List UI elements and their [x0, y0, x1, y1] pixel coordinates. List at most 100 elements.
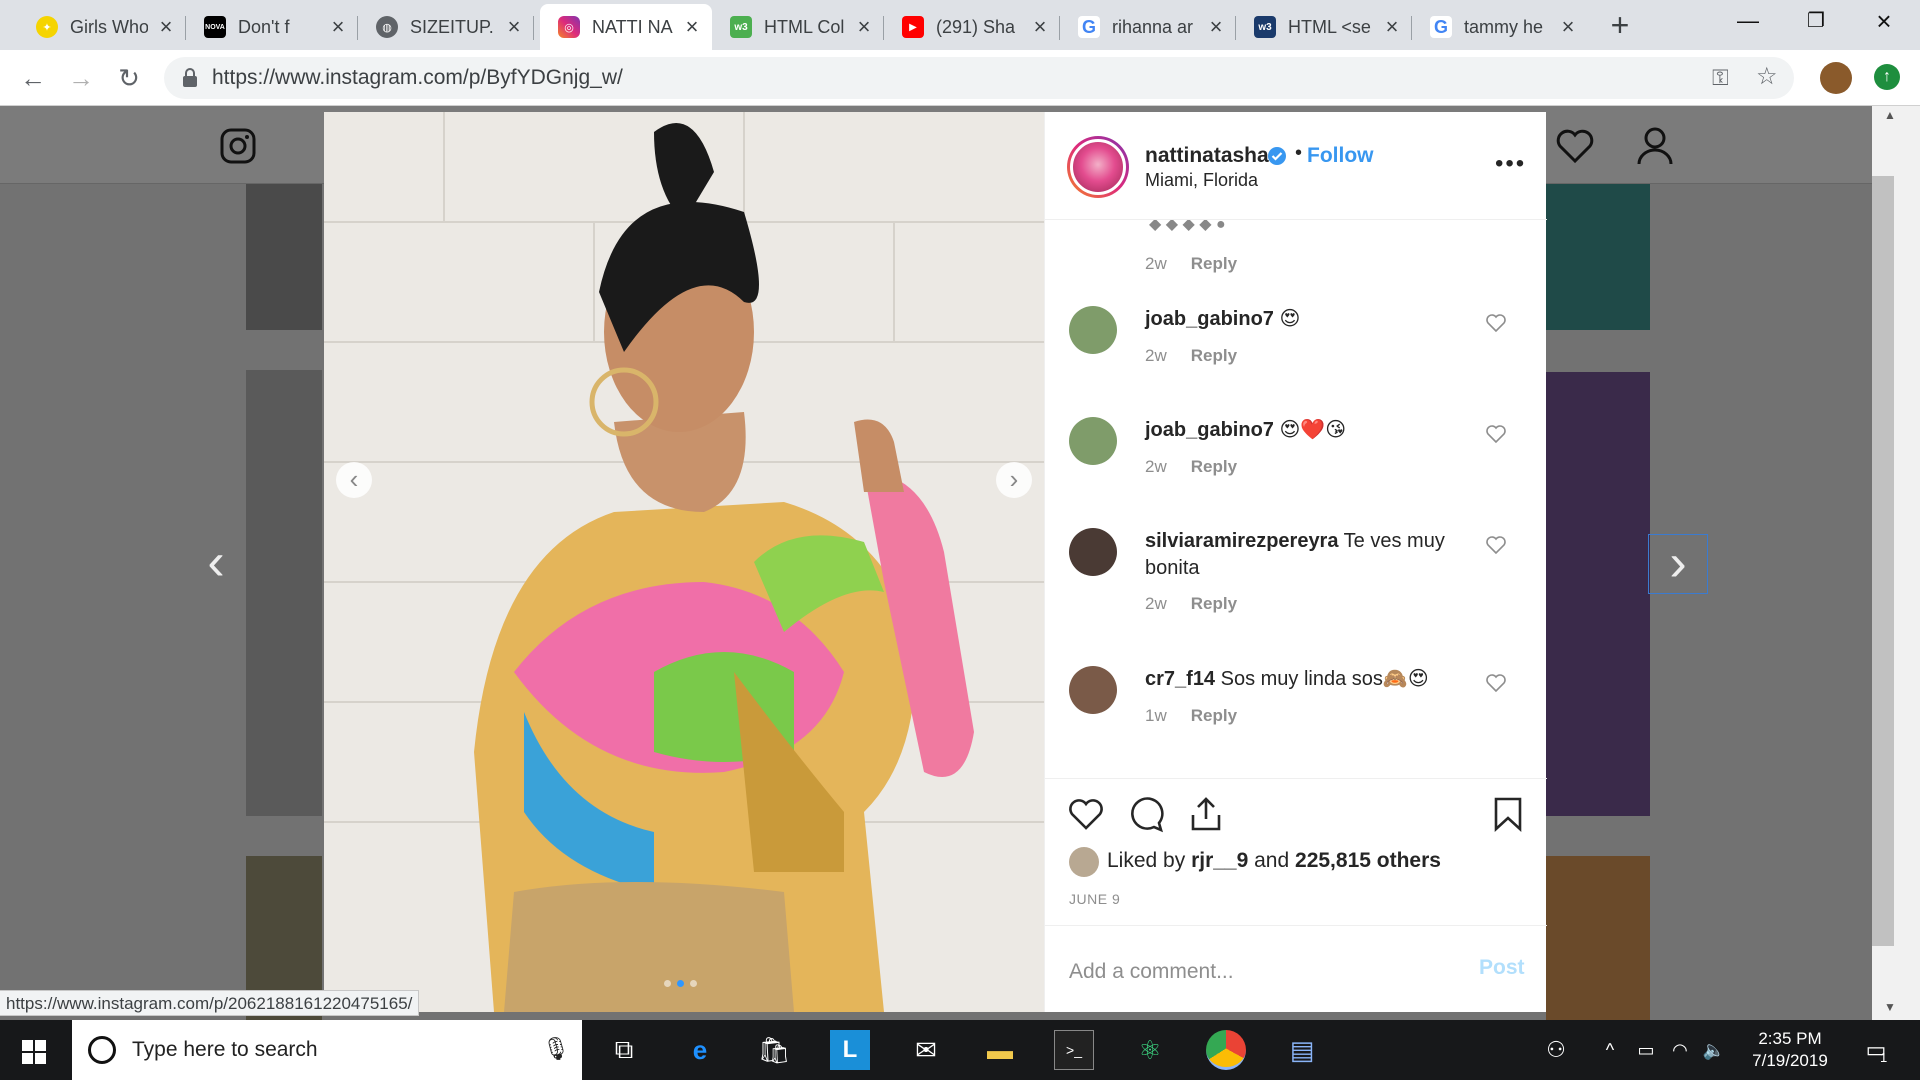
- carousel-next-button[interactable]: ›: [996, 462, 1032, 498]
- url-text[interactable]: https://www.instagram.com/p/ByfYDGnjg_w/: [212, 66, 623, 90]
- browser-tab[interactable]: ✦ Girls Who ×: [18, 4, 186, 50]
- grid-thumbnail[interactable]: [246, 184, 322, 330]
- reply-button[interactable]: Reply: [1191, 706, 1237, 725]
- comment-like-icon[interactable]: [1485, 312, 1507, 334]
- author-avatar[interactable]: [1067, 136, 1129, 198]
- profile-avatar[interactable]: [1820, 62, 1852, 94]
- browser-tab[interactable]: w3 HTML Col ×: [712, 4, 884, 50]
- l-app-icon[interactable]: L: [830, 1030, 870, 1070]
- comment-like-icon[interactable]: [1485, 672, 1507, 694]
- heart-icon[interactable]: [1556, 128, 1594, 164]
- store-icon[interactable]: 🛍: [754, 1030, 794, 1070]
- close-icon[interactable]: ×: [1558, 16, 1578, 38]
- new-tab-button[interactable]: +: [1602, 8, 1638, 44]
- back-button[interactable]: ←: [18, 63, 48, 93]
- grid-thumbnail[interactable]: [1546, 184, 1650, 330]
- browser-tab[interactable]: G rihanna ar ×: [1060, 4, 1236, 50]
- comment-icon[interactable]: [1127, 795, 1165, 833]
- post-location[interactable]: Miami, Florida: [1145, 170, 1258, 191]
- system-clock[interactable]: 2:35 PM 7/19/2019: [1740, 1028, 1840, 1072]
- previous-post-arrow[interactable]: ‹: [186, 534, 246, 594]
- grid-thumbnail[interactable]: [1546, 856, 1650, 1020]
- liker-username[interactable]: rjr__9: [1191, 849, 1248, 872]
- volume-icon[interactable]: 🔈: [1694, 1030, 1734, 1070]
- grid-thumbnail[interactable]: [246, 370, 322, 816]
- update-icon[interactable]: ↑: [1874, 64, 1900, 90]
- commenter-username[interactable]: joab_gabino7: [1145, 308, 1274, 330]
- document-app-icon[interactable]: ▤: [1282, 1030, 1322, 1070]
- comment-time[interactable]: 2w: [1145, 254, 1167, 273]
- commenter-username[interactable]: cr7_f14: [1145, 668, 1215, 690]
- like-icon[interactable]: [1067, 795, 1105, 833]
- post-comment-button[interactable]: Post: [1479, 956, 1525, 980]
- windows-start-icon[interactable]: [22, 1040, 46, 1064]
- post-date[interactable]: JUNE 9: [1069, 891, 1120, 907]
- commenter-username[interactable]: joab_gabino7: [1145, 419, 1274, 441]
- terminal-icon[interactable]: >_: [1054, 1030, 1094, 1070]
- browser-tab[interactable]: G tammy he ×: [1412, 4, 1588, 50]
- close-icon[interactable]: ×: [682, 16, 702, 38]
- author-username[interactable]: nattinatasha: [1145, 144, 1269, 168]
- comment-time[interactable]: 2w: [1145, 594, 1167, 613]
- close-icon[interactable]: ×: [1382, 16, 1402, 38]
- comment-time[interactable]: 1w: [1145, 706, 1167, 725]
- scroll-up-icon[interactable]: ▲: [1884, 108, 1896, 122]
- minimize-button[interactable]: —: [1716, 0, 1780, 44]
- notifications-icon[interactable]: ▭: [1856, 1030, 1896, 1070]
- atom-icon[interactable]: ⚛: [1130, 1030, 1170, 1070]
- close-icon[interactable]: ×: [1030, 16, 1050, 38]
- file-explorer-icon[interactable]: ▬: [980, 1030, 1020, 1070]
- carousel-prev-button[interactable]: ‹: [336, 462, 372, 498]
- reply-button[interactable]: Reply: [1191, 254, 1237, 273]
- close-icon[interactable]: ×: [156, 16, 176, 38]
- restore-button[interactable]: ❐: [1784, 0, 1848, 44]
- next-post-arrow[interactable]: ›: [1648, 534, 1708, 594]
- key-icon[interactable]: ⚿: [1712, 65, 1729, 91]
- comment-like-icon[interactable]: [1485, 423, 1507, 445]
- comment-time[interactable]: 2w: [1145, 346, 1167, 365]
- close-window-button[interactable]: ×: [1852, 0, 1916, 44]
- follow-button[interactable]: Follow: [1307, 144, 1374, 168]
- browser-tab[interactable]: NOVA Don't f ×: [186, 4, 358, 50]
- save-bookmark-icon[interactable]: [1489, 795, 1527, 833]
- task-view-icon[interactable]: ⧉: [604, 1030, 644, 1070]
- address-bar[interactable]: https://www.instagram.com/p/ByfYDGnjg_w/…: [164, 57, 1794, 99]
- more-options-icon[interactable]: •••: [1495, 150, 1526, 178]
- browser-tab[interactable]: ◍ SIZEITUP. ×: [358, 4, 534, 50]
- commenter-avatar[interactable]: [1069, 528, 1117, 576]
- comment-time[interactable]: 2w: [1145, 457, 1167, 476]
- star-icon[interactable]: ☆: [1756, 62, 1778, 91]
- liker-avatar[interactable]: [1069, 847, 1099, 877]
- likes-count[interactable]: 225,815 others: [1295, 849, 1441, 872]
- instagram-icon[interactable]: [220, 128, 256, 164]
- comment-input[interactable]: [1069, 952, 1449, 992]
- close-icon[interactable]: ×: [328, 16, 348, 38]
- close-icon[interactable]: ×: [504, 16, 524, 38]
- browser-tab-active[interactable]: ◎ NATTI NA ×: [540, 4, 712, 50]
- browser-tab[interactable]: w3 HTML <se ×: [1236, 4, 1412, 50]
- taskbar-search[interactable]: Type here to search 🎙: [72, 1020, 582, 1080]
- commenter-avatar[interactable]: [1069, 306, 1117, 354]
- grid-thumbnail[interactable]: [1546, 372, 1650, 816]
- page-scrollbar[interactable]: ▲ ▼: [1872, 106, 1920, 1020]
- browser-tab[interactable]: ▶ (291) Sha ×: [884, 4, 1060, 50]
- reload-button[interactable]: ↻: [114, 63, 144, 93]
- scrollbar-thumb[interactable]: [1872, 176, 1894, 946]
- close-icon[interactable]: ×: [854, 16, 874, 38]
- commenter-avatar[interactable]: [1069, 666, 1117, 714]
- reply-button[interactable]: Reply: [1191, 457, 1237, 476]
- chrome-icon[interactable]: [1206, 1030, 1246, 1070]
- tray-chevron-icon[interactable]: ^: [1590, 1030, 1630, 1070]
- comment-like-icon[interactable]: [1485, 534, 1507, 556]
- close-icon[interactable]: ×: [1206, 16, 1226, 38]
- commenter-avatar[interactable]: [1069, 417, 1117, 465]
- commenter-username[interactable]: silviaramirezpereyra: [1145, 530, 1338, 552]
- forward-button[interactable]: →: [66, 63, 96, 93]
- mail-icon[interactable]: ✉: [906, 1030, 946, 1070]
- profile-icon[interactable]: [1636, 126, 1674, 166]
- people-icon[interactable]: ⚇: [1536, 1030, 1576, 1070]
- edge-icon[interactable]: e: [680, 1030, 720, 1070]
- microphone-icon[interactable]: 🎙: [542, 1036, 570, 1062]
- scroll-down-icon[interactable]: ▼: [1884, 1000, 1896, 1014]
- reply-button[interactable]: Reply: [1191, 346, 1237, 365]
